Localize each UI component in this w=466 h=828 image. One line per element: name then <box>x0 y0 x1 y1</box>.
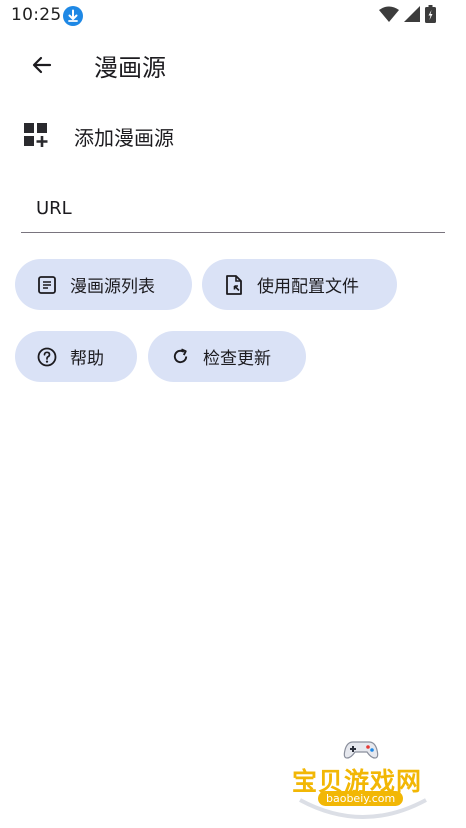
status-time: 10:25 <box>11 5 62 25</box>
source-list-button[interactable]: 漫画源列表 <box>15 259 192 310</box>
use-config-file-label: 使用配置文件 <box>257 277 359 297</box>
wifi-icon <box>379 6 399 26</box>
arrow-back-icon <box>32 56 52 74</box>
battery-icon <box>425 5 436 27</box>
use-config-file-button[interactable]: 使用配置文件 <box>202 259 397 310</box>
check-update-label: 检查更新 <box>203 349 271 369</box>
page-title: 漫画源 <box>94 54 166 82</box>
help-icon <box>37 347 57 367</box>
system-icons <box>379 5 436 27</box>
url-input[interactable] <box>21 186 445 231</box>
add-source-row[interactable]: 添加漫画源 <box>0 110 466 160</box>
back-button[interactable] <box>22 45 62 85</box>
app-bar: 漫画源 <box>0 32 466 98</box>
watermark-url: baobeiy.com <box>318 791 404 806</box>
file-import-icon <box>224 274 244 295</box>
status-bar: 10:25 <box>0 0 466 32</box>
help-button[interactable]: 帮助 <box>15 331 137 382</box>
add-grid-icon <box>24 123 49 148</box>
check-update-button[interactable]: 检查更新 <box>148 331 306 382</box>
list-icon <box>37 275 57 295</box>
source-list-label: 漫画源列表 <box>70 277 155 297</box>
gamepad-icon <box>341 736 381 764</box>
add-source-label: 添加漫画源 <box>74 126 174 150</box>
refresh-icon <box>170 347 190 367</box>
watermark-logo: 宝贝游戏网 baobeiy.com <box>288 736 438 826</box>
help-label: 帮助 <box>70 349 104 369</box>
download-icon <box>63 6 83 26</box>
signal-icon <box>404 6 420 26</box>
url-field[interactable] <box>21 186 445 233</box>
